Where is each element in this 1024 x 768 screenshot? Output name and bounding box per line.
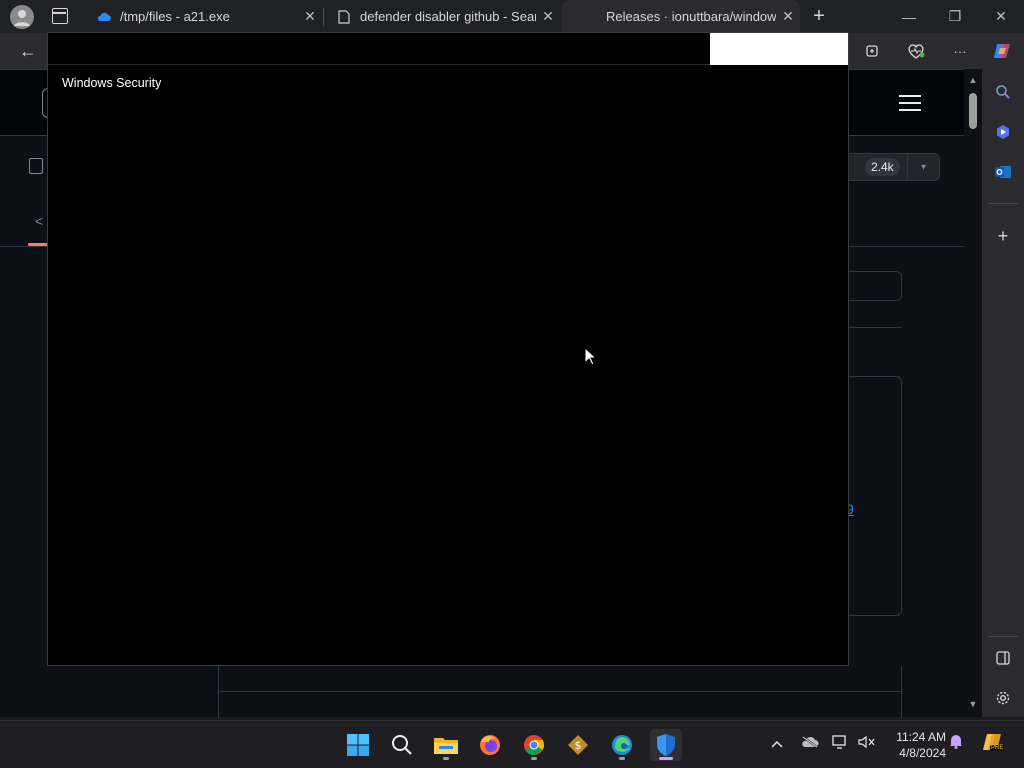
browser-tab-strip: /tmp/files - a21.exe ✕ defender disabler… xyxy=(0,0,1024,33)
minimize-button[interactable]: — xyxy=(886,0,932,33)
firefox-icon[interactable] xyxy=(474,729,506,761)
close-window-button[interactable]: ✕ xyxy=(978,0,1024,33)
page-icon xyxy=(336,9,352,25)
add-icon[interactable]: + xyxy=(990,223,1016,249)
clock[interactable]: 11:24 AM 4/8/2024 xyxy=(884,729,946,761)
scroll-down-icon[interactable]: ▼ xyxy=(968,699,978,709)
chevron-down-icon[interactable]: ▾ xyxy=(907,154,939,180)
repo-icon xyxy=(29,158,43,174)
running-indicator xyxy=(619,757,625,760)
tab-releases[interactable]: Releases · ionuttbara/windows-defender-r… xyxy=(562,0,800,33)
divider xyxy=(220,691,902,692)
outlook-icon[interactable] xyxy=(990,159,1016,185)
back-button[interactable]: ← xyxy=(12,33,44,69)
desktop: /tmp/files - a21.exe ✕ defender disabler… xyxy=(0,0,1024,768)
pre-badge: PRE xyxy=(990,745,1005,751)
new-tab-button[interactable]: + xyxy=(806,4,832,28)
browser-essentials-icon[interactable] xyxy=(900,33,932,69)
running-indicator xyxy=(659,757,673,760)
windows-security-dialog: Windows Security xyxy=(47,32,849,666)
file-explorer-icon[interactable] xyxy=(430,729,462,761)
clock-time: 11:24 AM xyxy=(896,730,946,744)
chrome-icon[interactable] xyxy=(518,729,550,761)
clock-date: 4/8/2024 xyxy=(899,746,946,760)
tab-title: defender disabler github - Search xyxy=(360,9,536,24)
cloud-icon xyxy=(96,9,112,25)
collections-icon[interactable] xyxy=(856,33,888,69)
network-icon[interactable] xyxy=(832,735,848,752)
dialog-title: Windows Security xyxy=(62,76,162,90)
scroll-thumb[interactable] xyxy=(969,93,977,129)
windows-start-icon[interactable] xyxy=(342,729,374,761)
code-icon[interactable]: < xyxy=(35,213,43,229)
sidebar-separator xyxy=(988,203,1018,204)
copilot-pre-icon[interactable]: PRE xyxy=(980,731,1005,755)
copilot-sidebar-icon[interactable] xyxy=(990,119,1016,145)
settings-gear-icon[interactable] xyxy=(990,685,1016,711)
page-scrollbar[interactable]: ▲ ▼ xyxy=(964,69,982,717)
edge-sidebar: + xyxy=(982,69,1024,717)
close-icon[interactable]: ✕ xyxy=(776,8,800,25)
menu-icon[interactable] xyxy=(899,95,921,111)
taskbar: $ 11:24 AM 4/8/2024 PRE xyxy=(0,720,1024,768)
search-icon[interactable] xyxy=(386,729,418,761)
close-icon[interactable]: ✕ xyxy=(298,8,322,25)
more-options-button[interactable]: ··· xyxy=(944,33,976,69)
windows-security-shield-icon[interactable] xyxy=(650,729,682,761)
volume-muted-icon[interactable] xyxy=(858,735,876,752)
divider xyxy=(901,666,902,718)
star-button[interactable]: 2.4k ▾ xyxy=(840,153,940,181)
svg-text:$: $ xyxy=(575,739,582,752)
restore-button[interactable]: ❐ xyxy=(932,0,978,33)
tab-search[interactable]: defender disabler github - Search ✕ xyxy=(324,0,560,33)
hide-sidebar-icon[interactable] xyxy=(990,645,1016,671)
mouse-pointer-icon xyxy=(584,346,598,371)
sidebar-separator xyxy=(988,636,1018,637)
tab-a21-exe[interactable]: /tmp/files - a21.exe ✕ xyxy=(84,0,322,33)
star-count: 2.4k xyxy=(865,158,900,176)
profile-avatar[interactable] xyxy=(10,5,34,29)
show-hidden-icons-chevron-icon[interactable] xyxy=(771,735,783,751)
scroll-up-icon[interactable]: ▲ xyxy=(968,75,978,85)
copilot-icon[interactable] xyxy=(986,33,1018,69)
search-icon[interactable] xyxy=(990,79,1016,105)
running-indicator xyxy=(443,757,449,760)
close-icon[interactable]: ✕ xyxy=(536,8,560,25)
edge-icon[interactable] xyxy=(606,729,638,761)
onedrive-offline-icon[interactable] xyxy=(801,735,819,751)
tab-title: Releases · ionuttbara/windows-defender-r… xyxy=(606,9,776,24)
running-indicator xyxy=(531,757,537,760)
dialog-caption-area xyxy=(710,33,848,65)
money-app-icon[interactable]: $ xyxy=(562,729,594,761)
notification-bell-icon[interactable] xyxy=(949,733,963,752)
tab-title: /tmp/files - a21.exe xyxy=(120,9,230,24)
github-icon xyxy=(574,9,586,25)
tab-actions-icon[interactable] xyxy=(52,8,68,24)
divider xyxy=(218,666,219,718)
